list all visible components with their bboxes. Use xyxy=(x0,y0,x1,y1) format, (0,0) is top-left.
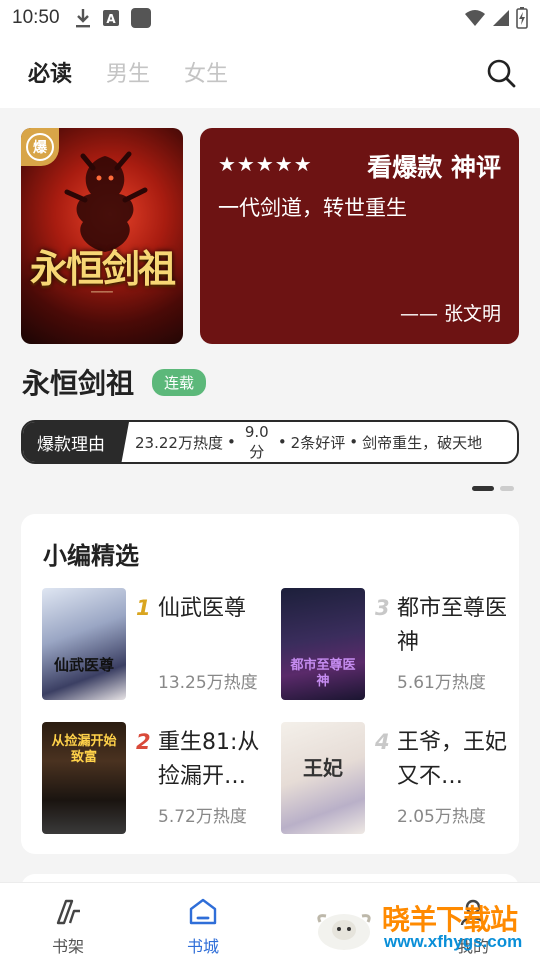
rating-stars: ★★★★★ xyxy=(218,152,313,176)
status-badge: 连载 xyxy=(152,368,207,396)
rank-number: 1 xyxy=(136,596,151,620)
bookshelf-icon xyxy=(56,899,80,925)
book-cover[interactable]: 仙武医尊 xyxy=(42,588,126,700)
nav-label: 书城 xyxy=(186,937,219,956)
book-name: 重生81:从捡漏开… xyxy=(158,730,260,789)
carousel-indicator xyxy=(472,486,514,491)
featured-book-cover[interactable]: 永恒剑祖 ──── 爆 xyxy=(21,128,183,344)
book-heat: 5.72万热度 xyxy=(158,807,247,827)
book-cover[interactable]: 王妃 xyxy=(281,722,365,834)
reason-label: 爆款理由 xyxy=(23,422,129,462)
hot-badge-label: 爆 xyxy=(26,133,54,161)
cover-author-art: ──── xyxy=(91,288,113,298)
review-quote: 一代剑道，转世重生 xyxy=(218,196,407,220)
rank-number: 4 xyxy=(375,730,390,754)
tab-bidu[interactable]: 必读 xyxy=(28,56,72,88)
pick-item[interactable]: 从捡漏开始致富 2 重生81:从捡漏开… 5.72万热度 xyxy=(42,722,272,834)
section-title: 小编精选 xyxy=(43,542,139,570)
book-heat: 2.05万热度 xyxy=(397,807,486,827)
cover-title-art: 都市至尊医神 xyxy=(290,658,356,689)
cover-title-art: 王妃 xyxy=(303,756,343,780)
watermark: 晓羊下载站 www.xfhygs.com xyxy=(312,898,540,960)
book-name: 王爷，王妃又不… xyxy=(397,730,508,789)
status-notification-icons: A xyxy=(74,7,152,29)
review-author: —— 张文明 xyxy=(399,303,501,325)
reason-items: 23.22万热度 • 9.0分 • 2条好评 • 剑帝重生，破天地 xyxy=(129,422,482,462)
reason-reviews: 2条好评 xyxy=(290,433,346,452)
separator-dot: • xyxy=(349,433,359,451)
cover-title-art: 仙武医尊 xyxy=(53,656,114,674)
book-heat: 5.61万热度 xyxy=(397,673,486,693)
tab-female[interactable]: 女生 xyxy=(184,56,228,88)
watermark-url: www.xfhygs.com xyxy=(384,932,523,951)
book-name: 仙武医尊 xyxy=(158,596,247,621)
pick-item[interactable]: 都市至尊医神 3 都市至尊医神 5.61万热度 xyxy=(281,588,511,700)
hot-reason-bar: 爆款理由 23.22万热度 • 9.0分 • 2条好评 • 剑帝重生，破天地 xyxy=(21,420,519,464)
app-icon xyxy=(130,8,151,28)
book-cover[interactable]: 都市至尊医神 xyxy=(281,588,365,700)
rank-number: 3 xyxy=(375,596,390,620)
book-heat: 13.25万热度 xyxy=(158,673,258,693)
carousel-dot xyxy=(500,486,514,491)
cover-title-art: 永恒剑祖 xyxy=(29,246,176,291)
review-tag: 看爆款 神评 xyxy=(367,153,501,182)
nav-label: 书架 xyxy=(51,937,84,956)
reason-tagline: 剑帝重生，破天地 xyxy=(362,433,483,452)
hot-badge: 爆 xyxy=(21,128,59,166)
wifi-icon xyxy=(465,10,485,26)
editor-picks-card: 小编精选 仙武医尊 1 仙武医尊 13.25万热度 都市至尊医神 3 都市至尊医… xyxy=(21,514,519,854)
status-time: 10:50 xyxy=(12,7,60,28)
signal-icon xyxy=(493,10,509,26)
cover-title-art: 从捡漏开始致富 xyxy=(51,734,117,765)
sheep-logo-icon xyxy=(317,914,371,950)
tab-male[interactable]: 男生 xyxy=(106,56,150,88)
rank-number: 2 xyxy=(136,730,151,754)
bookstore-icon xyxy=(189,898,217,925)
top-tab-bar: 必读 男生 女生 xyxy=(0,36,540,108)
pick-item[interactable]: 仙武医尊 1 仙武医尊 13.25万热度 xyxy=(42,588,272,700)
book-name: 都市至尊医神 xyxy=(397,596,508,655)
battery-icon xyxy=(516,7,528,29)
book-title[interactable]: 永恒剑祖 xyxy=(22,362,134,402)
carousel-dot-active xyxy=(472,486,494,491)
reason-score: 9.0分 xyxy=(244,423,269,461)
search-icon[interactable] xyxy=(486,58,516,88)
book-cover[interactable]: 从捡漏开始致富 xyxy=(42,722,126,834)
status-bar: 10:50 A xyxy=(0,0,540,36)
separator-dot: • xyxy=(277,433,287,451)
book-title-row: 永恒剑祖 连载 xyxy=(22,362,207,402)
nav-bookstore[interactable]: 书城 xyxy=(168,897,238,957)
svg-text:A: A xyxy=(106,12,116,26)
review-card[interactable]: ★★★★★ 看爆款 神评 一代剑道，转世重生 —— 张文明 xyxy=(200,128,519,344)
separator-dot: • xyxy=(226,433,236,451)
download-icon xyxy=(75,9,90,28)
featured-banner[interactable]: 永恒剑祖 ──── 爆 ★★★★★ 看爆款 神评 一代剑道，转世重生 —— 张文… xyxy=(0,128,540,344)
pick-item[interactable]: 王妃 4 王爷，王妃又不… 2.05万热度 xyxy=(281,722,511,834)
font-icon: A xyxy=(102,10,119,26)
reason-heat: 23.22万热度 xyxy=(135,433,223,452)
nav-bookshelf[interactable]: 书架 xyxy=(33,897,103,957)
